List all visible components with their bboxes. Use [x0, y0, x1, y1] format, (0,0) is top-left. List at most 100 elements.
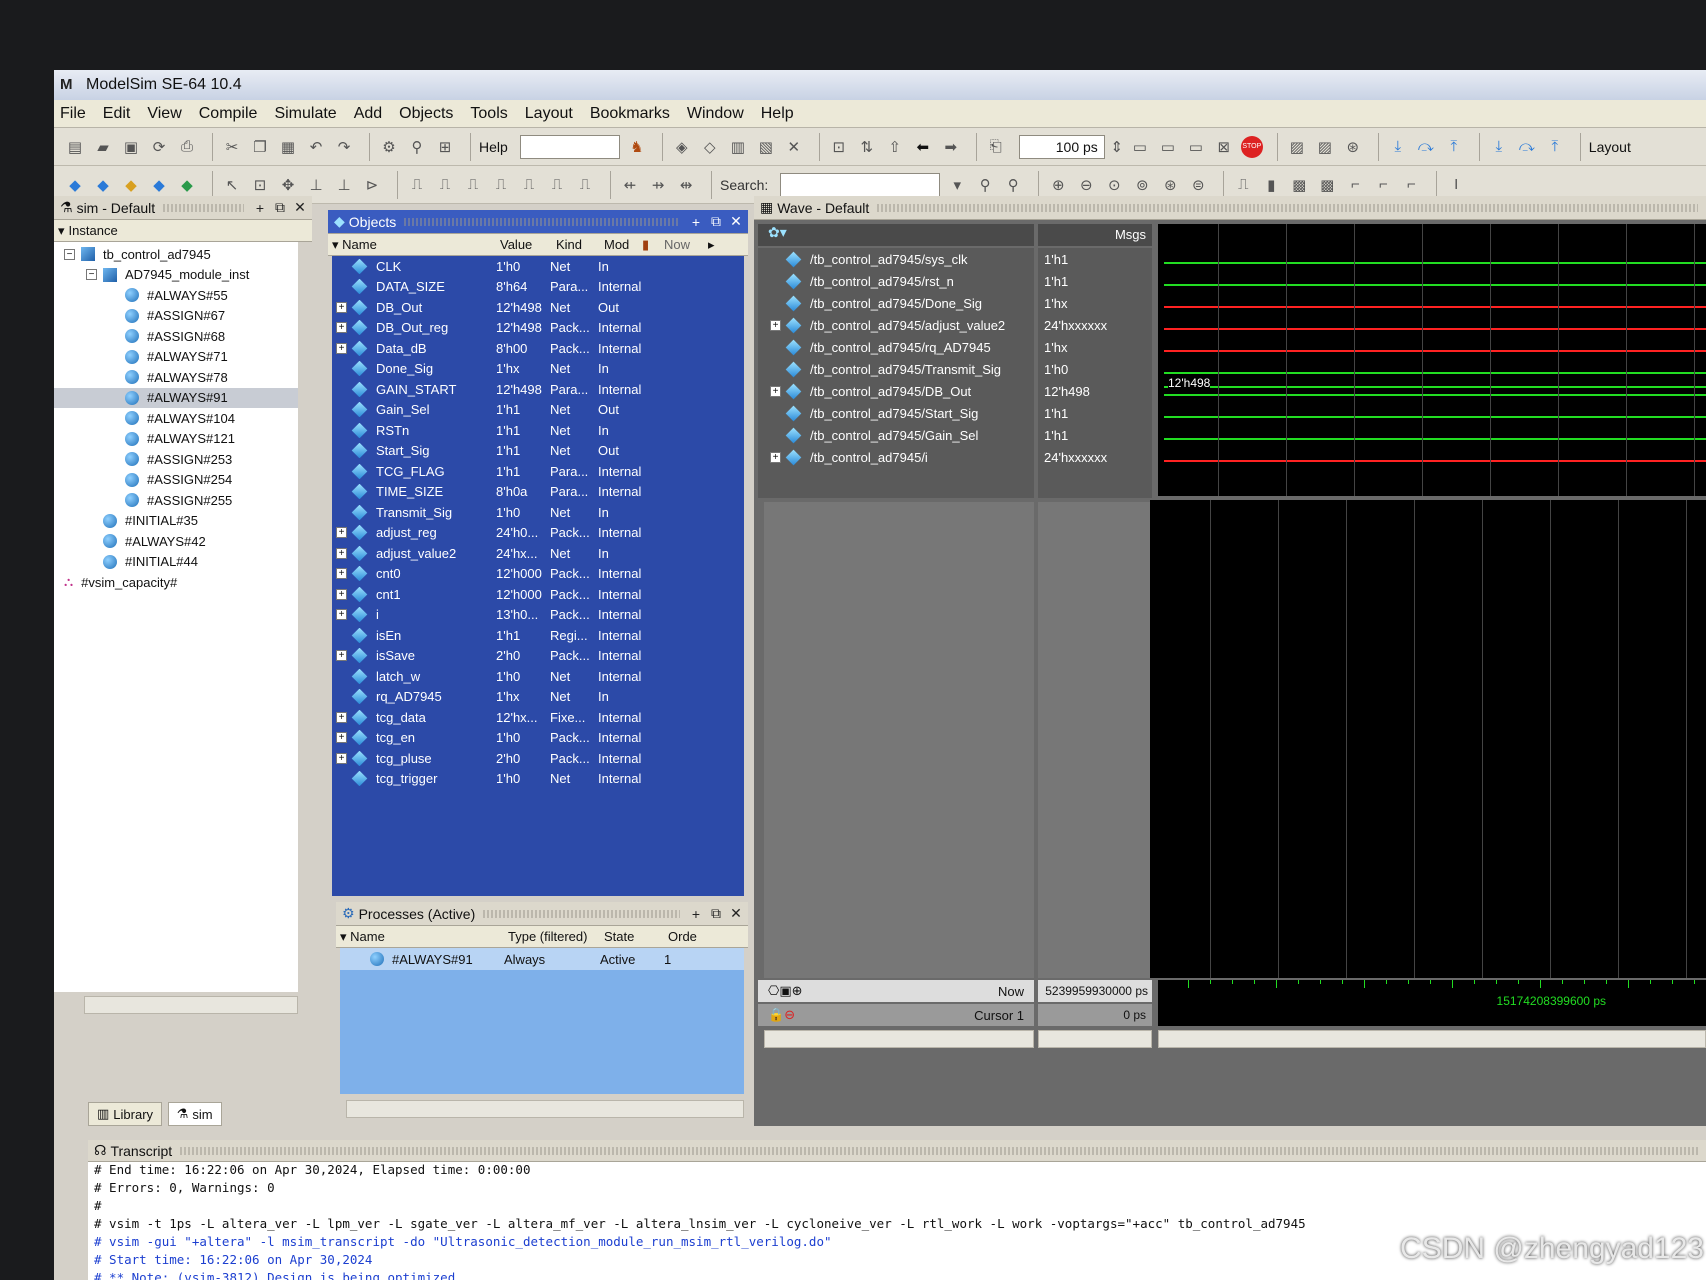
wave-signal-row[interactable]: /tb_control_ad7945/Transmit_Sig: [758, 358, 1034, 380]
wave-signal-row[interactable]: /tb_control_ad7945/rst_n: [758, 270, 1034, 292]
continue-icon[interactable]: ▭: [1157, 136, 1179, 158]
object-row[interactable]: + cnt0 12'h000 Pack... Internal: [332, 564, 744, 585]
object-row[interactable]: Start_Sig 1'h1 Net Out: [332, 441, 744, 462]
object-row[interactable]: RSTn 1'h1 Net In: [332, 420, 744, 441]
object-row[interactable]: + tcg_en 1'h0 Pack... Internal: [332, 728, 744, 749]
object-row[interactable]: Gain_Sel 1'h1 Net Out: [332, 400, 744, 421]
expand-icon[interactable]: +: [336, 301, 347, 313]
object-row[interactable]: + Data_dB 8'h00 Pack... Internal: [332, 338, 744, 359]
wave-format-2-icon[interactable]: ▮: [1260, 174, 1282, 196]
bookmark-icon[interactable]: ⊳: [361, 174, 383, 196]
trace-fwd-icon[interactable]: ⇸: [647, 174, 669, 196]
tree-item[interactable]: #INITIAL#44: [54, 552, 298, 573]
proc-order-column[interactable]: Orde: [668, 929, 708, 944]
zoom-out-icon[interactable]: ⊖: [1075, 174, 1097, 196]
undock-icon[interactable]: ⧉: [708, 213, 724, 230]
tree-item[interactable]: #ALWAYS#55: [54, 285, 298, 306]
step-back-icon[interactable]: ⤓: [1488, 136, 1510, 158]
step-into-icon[interactable]: ⤓: [1387, 136, 1409, 158]
menu-tools[interactable]: Tools: [470, 105, 507, 123]
sim-icon-3[interactable]: ▥: [727, 136, 749, 158]
select-pointer-icon[interactable]: ↖: [221, 174, 243, 196]
restart-icon[interactable]: ⇅: [856, 136, 878, 158]
tree-item[interactable]: #ASSIGN#67: [54, 306, 298, 327]
wave-format-5-icon[interactable]: ⌐: [1344, 174, 1366, 196]
values-scrollbar[interactable]: [1038, 1030, 1152, 1048]
perf-icon[interactable]: ▨: [1286, 136, 1308, 158]
undo-icon[interactable]: ↶: [305, 136, 327, 158]
trace-back-icon[interactable]: ⇷: [619, 174, 641, 196]
dock-icon[interactable]: +: [688, 906, 704, 922]
zoom-range-icon[interactable]: ⊜: [1187, 174, 1209, 196]
zoom-in-icon[interactable]: ⊕: [1047, 174, 1069, 196]
measure-icon[interactable]: ⊥: [305, 174, 327, 196]
expand-icon[interactable]: +: [770, 319, 781, 331]
sim-icon-1[interactable]: ◈: [671, 136, 693, 158]
zoom-box-icon[interactable]: ⊡: [249, 174, 271, 196]
edge-any-icon[interactable]: ⎍: [518, 174, 540, 196]
menu-help[interactable]: Help: [761, 105, 794, 123]
expand-icon[interactable]: +: [336, 650, 347, 662]
tree-item[interactable]: #ALWAYS#42: [54, 531, 298, 552]
print-icon[interactable]: ⎙: [176, 136, 198, 158]
processes-scrollbar[interactable]: [346, 1100, 744, 1118]
run-length-input[interactable]: 100 ps: [1018, 134, 1105, 159]
break-sim-icon[interactable]: ⊠: [1213, 136, 1235, 158]
sim-icon-4[interactable]: ▧: [755, 136, 777, 158]
tree-item[interactable]: #INITIAL#35: [54, 511, 298, 532]
collapse-icon[interactable]: −: [86, 269, 97, 281]
close-icon[interactable]: ✕: [728, 905, 744, 922]
run-length-spinner-icon[interactable]: ⇕: [1111, 136, 1124, 158]
add-wave-icon[interactable]: ◆: [64, 174, 86, 196]
wave-signal-row[interactable]: + /tb_control_ad7945/adjust_value2: [758, 314, 1034, 336]
cursor-insert-icon[interactable]: I: [1445, 174, 1467, 196]
wave-signal-row[interactable]: /tb_control_ad7945/Start_Sig: [758, 402, 1034, 424]
name-column[interactable]: ▾ Name: [332, 237, 500, 253]
search-dropdown-icon[interactable]: ▾: [946, 174, 968, 196]
restart-sim-icon[interactable]: ⎗: [985, 136, 1007, 158]
step-icon[interactable]: ⊡: [828, 136, 850, 158]
object-row[interactable]: TIME_SIZE 8'h0a Para... Internal: [332, 482, 744, 503]
edge-last-icon[interactable]: ⎍: [546, 174, 568, 196]
copy-icon[interactable]: ❐: [249, 136, 271, 158]
find-icon[interactable]: ⚲: [406, 136, 428, 158]
hierarchy-icon[interactable]: ⊞: [434, 136, 456, 158]
step-over-back-icon[interactable]: ⤼: [1516, 136, 1538, 158]
expand-icon[interactable]: +: [336, 609, 347, 621]
close-icon[interactable]: ✕: [728, 213, 744, 230]
dock-icon[interactable]: +: [688, 214, 704, 230]
add-memory-icon[interactable]: ◆: [176, 174, 198, 196]
sim-horizontal-scrollbar[interactable]: [84, 996, 298, 1014]
object-row[interactable]: + adjust_reg 24'h0... Pack... Internal: [332, 523, 744, 544]
object-row[interactable]: + adjust_value2 24'hx... Net In: [332, 543, 744, 564]
add-list-icon[interactable]: ◆: [120, 174, 142, 196]
paste-icon[interactable]: ▦: [277, 136, 299, 158]
instance-column-header[interactable]: ▾ Instance: [54, 220, 312, 242]
kind-column[interactable]: Kind: [556, 237, 604, 252]
save-icon[interactable]: ▣: [120, 136, 142, 158]
menu-view[interactable]: View: [147, 105, 181, 123]
proc-name-column[interactable]: ▾ Name: [340, 929, 508, 945]
stop-icon[interactable]: STOP: [1240, 135, 1263, 158]
coverage-icon[interactable]: ⊛: [1342, 136, 1364, 158]
add-log-icon[interactable]: ◆: [148, 174, 170, 196]
names-scrollbar[interactable]: [764, 1030, 1034, 1048]
add-dataflow-icon[interactable]: ◆: [92, 174, 114, 196]
expand-icon[interactable]: +: [336, 752, 347, 764]
proc-type-column[interactable]: Type (filtered): [508, 929, 604, 944]
menu-bookmarks[interactable]: Bookmarks: [590, 105, 670, 123]
wave-search-input[interactable]: [780, 172, 941, 197]
zoom-last-icon[interactable]: ⊛: [1159, 174, 1181, 196]
tree-item[interactable]: #ALWAYS#71: [54, 347, 298, 368]
expand-icon[interactable]: +: [336, 527, 347, 539]
wave-signal-row[interactable]: + /tb_control_ad7945/DB_Out: [758, 380, 1034, 402]
object-row[interactable]: + tcg_data 12'hx... Fixe... Internal: [332, 707, 744, 728]
object-row[interactable]: rq_AD7945 1'hx Net In: [332, 687, 744, 708]
edge-rise-icon[interactable]: ⎍: [490, 174, 512, 196]
expand-icon[interactable]: +: [336, 711, 347, 723]
edge-next-icon[interactable]: ⎍: [434, 174, 456, 196]
expand-icon[interactable]: +: [770, 385, 781, 397]
scroll-right-icon[interactable]: ▸: [708, 237, 715, 253]
mem-icon[interactable]: ▨: [1314, 136, 1336, 158]
tree-item[interactable]: #ASSIGN#255: [54, 490, 298, 511]
